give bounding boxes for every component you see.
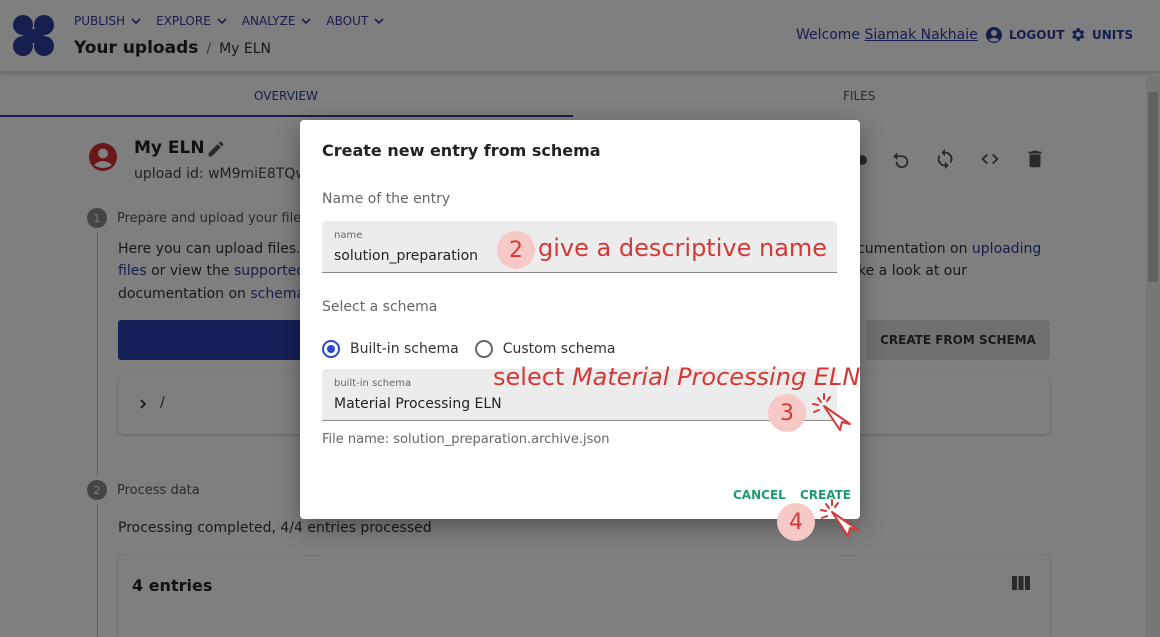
annotation-step-3-badge: 3 <box>768 394 806 432</box>
file-name-hint: File name: solution_preparation.archive.… <box>322 432 610 447</box>
radio-custom-schema[interactable] <box>474 340 493 358</box>
annotation-step-3-text: select Material Processing ELN <box>493 363 860 391</box>
radio-custom-label[interactable]: Custom schema <box>503 341 616 357</box>
click-cursor-icon <box>820 499 859 537</box>
annotation-step-4-badge: 4 <box>777 503 815 541</box>
radio-builtin-schema[interactable] <box>322 340 340 358</box>
name-section-label: Name of the entry <box>322 191 451 207</box>
schema-field-label: built-in schema <box>334 378 412 389</box>
text: Material Processing ELN <box>571 363 861 391</box>
text: select <box>493 363 572 391</box>
schema-field-value: Material Processing ELN <box>334 396 502 412</box>
annotation-step-2-badge: 2 <box>497 231 535 269</box>
annotation-step-2-text: give a descriptive name <box>538 234 828 262</box>
radio-builtin-label[interactable]: Built-in schema <box>350 341 459 357</box>
name-field-label: name <box>334 230 363 241</box>
schema-section-label: Select a schema <box>322 299 438 315</box>
click-cursor-icon <box>812 393 851 431</box>
dialog-title: Create new entry from schema <box>322 141 601 160</box>
cancel-button[interactable]: CANCEL <box>733 488 786 502</box>
create-entry-dialog: Create new entry from schema Name of the… <box>300 120 860 519</box>
name-field-value: solution_preparation <box>334 248 479 264</box>
schema-type-radio-group: Built-in schema Custom schema <box>322 340 632 358</box>
